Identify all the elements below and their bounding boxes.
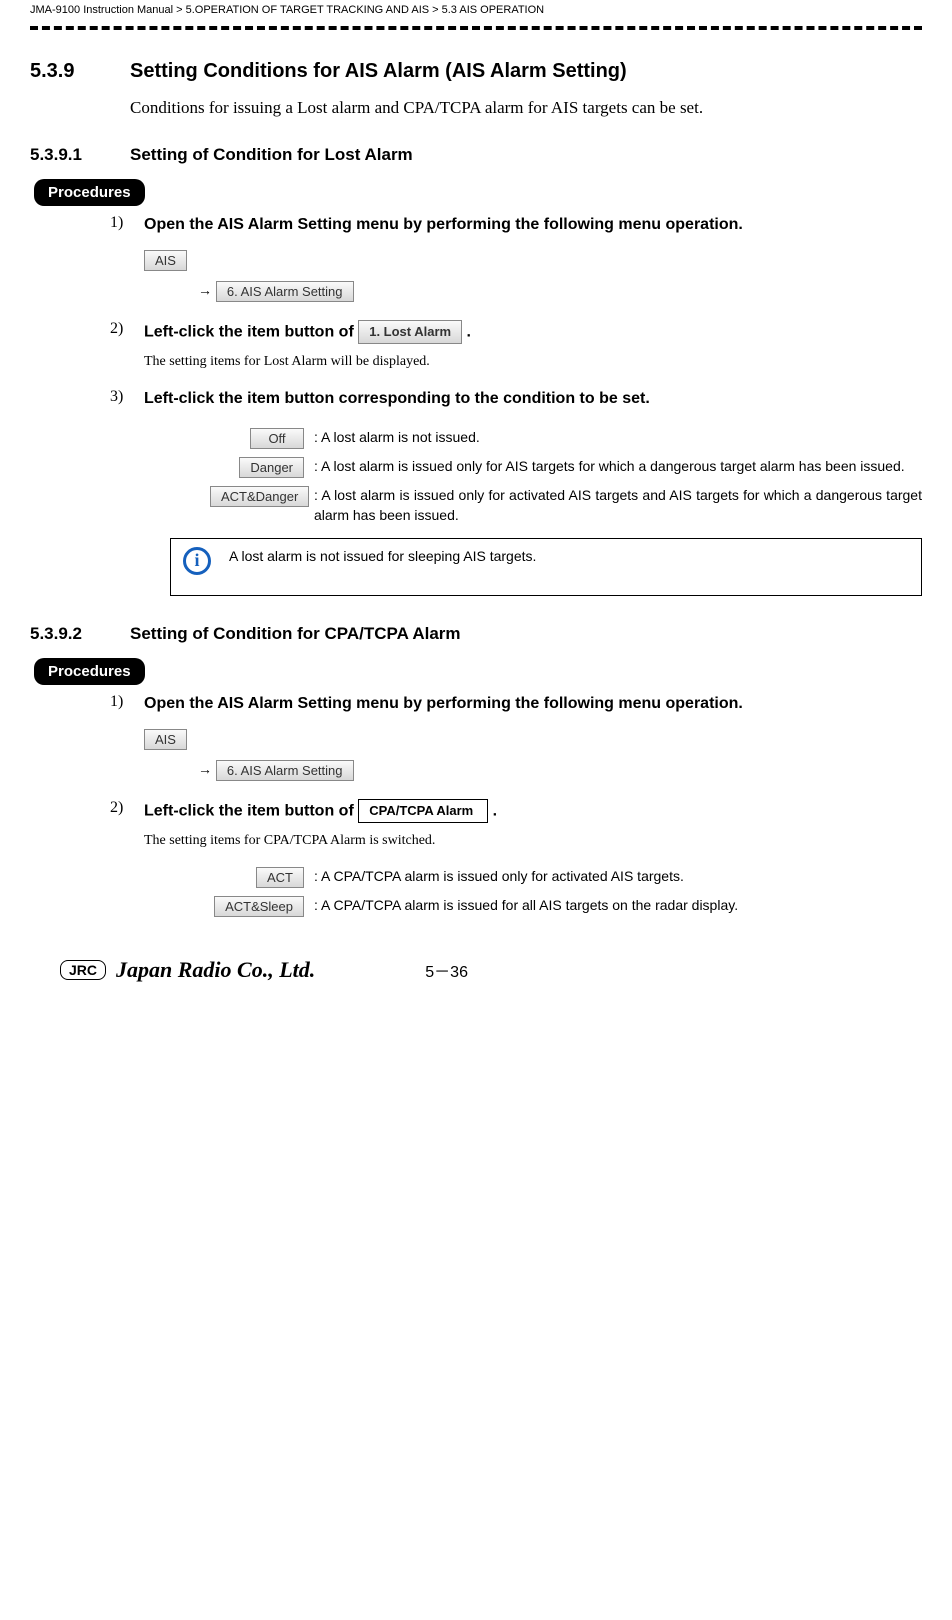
step-num-2: 2) bbox=[110, 320, 132, 338]
step-num-2b: 2) bbox=[110, 799, 132, 817]
info-icon: i bbox=[183, 547, 211, 575]
subsection-number-5392: 5.3.9.2 bbox=[30, 624, 130, 644]
option-row-off: Off : A lost alarm is not issued. bbox=[210, 428, 922, 449]
option-danger-button[interactable]: Danger bbox=[239, 457, 304, 478]
option-row-danger: Danger : A lost alarm is issued only for… bbox=[210, 457, 922, 478]
step-title-1b: Open the AIS Alarm Setting menu by perfo… bbox=[144, 693, 922, 715]
option-act-button[interactable]: ACT bbox=[256, 867, 304, 888]
menu-ais-button-2[interactable]: AIS bbox=[144, 729, 187, 750]
menu-ais-alarm-setting-button-2[interactable]: 6. AIS Alarm Setting bbox=[216, 760, 354, 781]
menu-ais-alarm-setting-button[interactable]: 6. AIS Alarm Setting bbox=[216, 281, 354, 302]
option-act-desc: : A CPA/TCPA alarm is issued only for ac… bbox=[314, 867, 922, 887]
section-title-539: Setting Conditions for AIS Alarm (AIS Al… bbox=[130, 60, 627, 83]
option-off-button[interactable]: Off bbox=[250, 428, 304, 449]
page-number: 5－36 bbox=[425, 958, 468, 982]
step2-title-pre: Left-click the item button of bbox=[144, 323, 358, 340]
info-text: A lost alarm is not issued for sleeping … bbox=[229, 547, 536, 567]
lost-alarm-button[interactable]: 1. Lost Alarm bbox=[358, 320, 462, 344]
option-off-desc: : A lost alarm is not issued. bbox=[314, 428, 922, 448]
step2b-title-pre: Left-click the item button of bbox=[144, 802, 358, 819]
option-row-act: ACT : A CPA/TCPA alarm is issued only fo… bbox=[210, 867, 922, 888]
option-row-actsleep: ACT&Sleep : A CPA/TCPA alarm is issued f… bbox=[210, 896, 922, 917]
section-number-539: 5.3.9 bbox=[30, 60, 130, 83]
step-title-2: Left-click the item button of 1. Lost Al… bbox=[144, 320, 922, 344]
step2b-desc: The setting items for CPA/TCPA Alarm is … bbox=[144, 833, 922, 849]
option-actdanger-desc: : A lost alarm is issued only for activa… bbox=[314, 486, 922, 525]
step-title-1: Open the AIS Alarm Setting menu by perfo… bbox=[144, 214, 922, 236]
jrc-logo: JRC bbox=[60, 960, 106, 980]
footer: JRC Japan Radio Co., Ltd. 5－36 bbox=[30, 957, 922, 983]
step-num-3: 3) bbox=[110, 388, 132, 406]
cpa-tcpa-alarm-button[interactable]: CPA/TCPA Alarm bbox=[358, 799, 488, 823]
section-body-539: Conditions for issuing a Lost alarm and … bbox=[130, 95, 922, 121]
subsection-number-5391: 5.3.9.1 bbox=[30, 145, 130, 165]
procedures-badge: Procedures bbox=[34, 179, 145, 206]
arrow-2: → bbox=[198, 761, 212, 777]
breadcrumb: JMA-9100 Instruction Manual > 5.OPERATIO… bbox=[30, 0, 922, 20]
subsection-title-5391: Setting of Condition for Lost Alarm bbox=[130, 145, 413, 165]
option-actdanger-button[interactable]: ACT&Danger bbox=[210, 486, 309, 507]
arrow: → bbox=[198, 282, 212, 298]
step-num-1b: 1) bbox=[110, 693, 132, 711]
step-title-3: Left-click the item button corresponding… bbox=[144, 388, 922, 410]
subsection-title-5392: Setting of Condition for CPA/TCPA Alarm bbox=[130, 624, 461, 644]
option-row-actdanger: ACT&Danger : A lost alarm is issued only… bbox=[210, 486, 922, 525]
step-title-2b: Left-click the item button of CPA/TCPA A… bbox=[144, 799, 922, 823]
dashed-divider bbox=[30, 26, 922, 30]
step2-desc: The setting items for Lost Alarm will be… bbox=[144, 354, 922, 370]
option-actsleep-desc: : A CPA/TCPA alarm is issued for all AIS… bbox=[314, 896, 922, 916]
company-name: Japan Radio Co., Ltd. bbox=[116, 957, 315, 983]
option-actsleep-button[interactable]: ACT&Sleep bbox=[214, 896, 304, 917]
menu-ais-button[interactable]: AIS bbox=[144, 250, 187, 271]
step-num-1: 1) bbox=[110, 214, 132, 232]
step2-title-post: . bbox=[467, 323, 471, 340]
step2b-title-post: . bbox=[493, 802, 497, 819]
procedures-badge-2: Procedures bbox=[34, 658, 145, 685]
option-danger-desc: : A lost alarm is issued only for AIS ta… bbox=[314, 457, 922, 477]
info-box: i A lost alarm is not issued for sleepin… bbox=[170, 538, 922, 596]
